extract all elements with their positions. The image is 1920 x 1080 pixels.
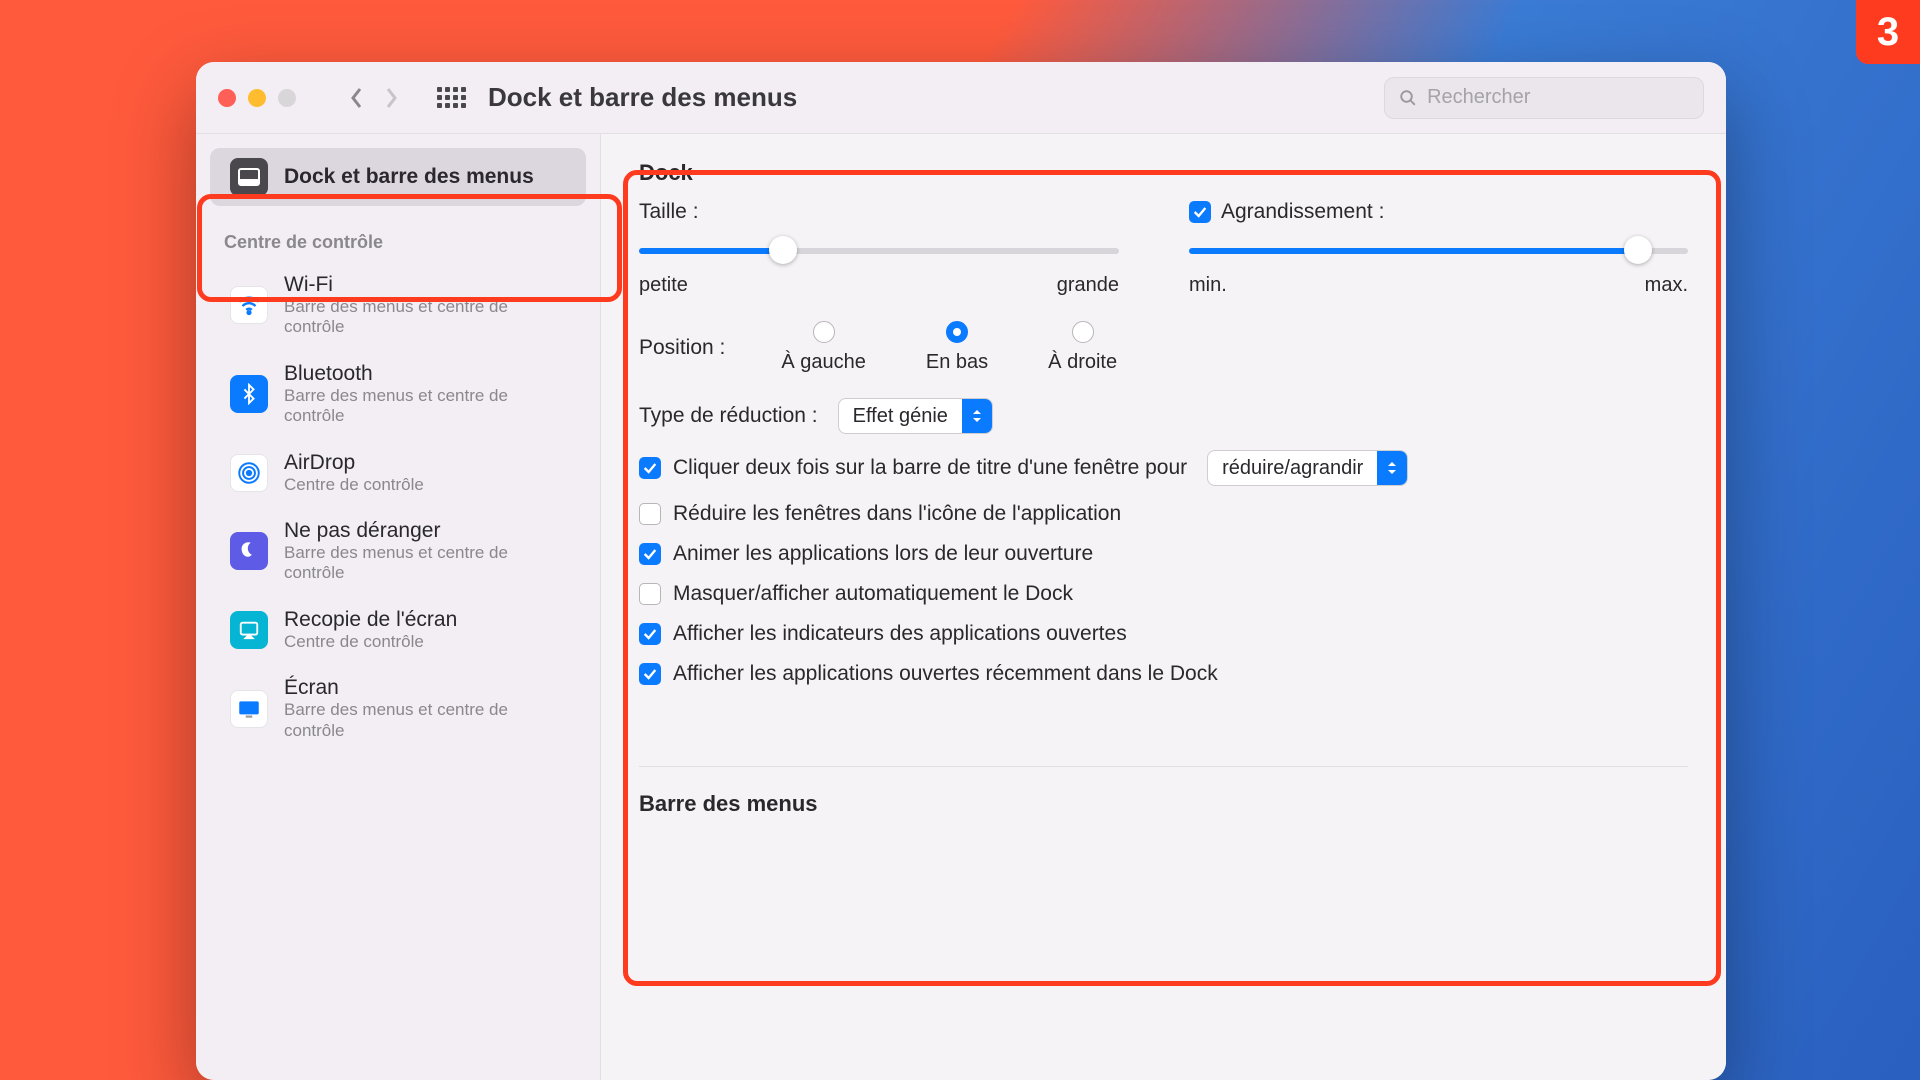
display-icon xyxy=(230,690,268,728)
size-max-label: grande xyxy=(1057,274,1119,297)
sidebar-item-screen-mirror[interactable]: Recopie de l'écranCentre de contrôle xyxy=(210,598,586,662)
close-button[interactable] xyxy=(218,89,236,107)
screen-mirror-icon xyxy=(230,611,268,649)
sidebar-item-sub: Barre des menus et centre de contrôle xyxy=(284,297,568,338)
search-input[interactable] xyxy=(1427,86,1689,109)
magnification-label: Agrandissement : xyxy=(1221,200,1384,224)
dock-icon xyxy=(230,158,268,196)
moon-icon xyxy=(230,532,268,570)
window-title: Dock et barre des menus xyxy=(488,82,797,113)
sidebar-item-label: Bluetooth xyxy=(284,362,568,386)
zoom-button xyxy=(278,89,296,107)
chevron-updown-icon xyxy=(962,399,992,433)
sidebar-item-label: AirDrop xyxy=(284,451,424,475)
sidebar-item-display[interactable]: ÉcranBarre des menus et centre de contrô… xyxy=(210,666,586,751)
sidebar-item-dnd[interactable]: Ne pas dérangerBarre des menus et centre… xyxy=(210,509,586,594)
doubleclick-select[interactable]: réduire/agrandir xyxy=(1207,450,1408,486)
sidebar-item-sub: Barre des menus et centre de contrôle xyxy=(284,386,568,427)
minimize-into-icon-label: Réduire les fenêtres dans l'icône de l'a… xyxy=(673,502,1121,526)
sidebar-item-airdrop[interactable]: AirDropCentre de contrôle xyxy=(210,441,586,505)
sidebar-item-label: Écran xyxy=(284,676,568,700)
magnification-checkbox[interactable] xyxy=(1189,201,1211,223)
position-option-label: À gauche xyxy=(781,351,866,374)
toolbar: Dock et barre des menus xyxy=(196,62,1726,134)
position-option-label: À droite xyxy=(1048,351,1117,374)
sidebar-item-wifi[interactable]: Wi-FiBarre des menus et centre de contrô… xyxy=(210,263,586,348)
indicators-label: Afficher les indicateurs des application… xyxy=(673,622,1127,646)
magnification-slider[interactable] xyxy=(1189,236,1688,264)
size-label: Taille : xyxy=(639,200,1119,224)
position-label: Position : xyxy=(639,336,725,360)
size-slider[interactable] xyxy=(639,236,1119,264)
section-heading-dock: Dock xyxy=(639,160,1688,186)
back-button[interactable] xyxy=(340,81,374,115)
sidebar-section-title: Centre de contrôle xyxy=(196,210,600,259)
step-badge: 3 xyxy=(1856,0,1920,64)
sidebar-item-label: Wi-Fi xyxy=(284,273,568,297)
search-field[interactable] xyxy=(1384,77,1704,119)
position-option-label: En bas xyxy=(926,351,988,374)
animate-label: Animer les applications lors de leur ouv… xyxy=(673,542,1093,566)
minimize-select-value: Effet génie xyxy=(839,405,962,428)
position-radio-right[interactable] xyxy=(1072,321,1094,343)
doubleclick-checkbox[interactable] xyxy=(639,457,661,479)
autohide-label: Masquer/afficher automatiquement le Dock xyxy=(673,582,1073,606)
sidebar-item-sub: Centre de contrôle xyxy=(284,632,457,652)
content-pane: Dock Taille : petite grande xyxy=(601,134,1726,1080)
chevron-updown-icon xyxy=(1377,451,1407,485)
forward-button xyxy=(374,81,408,115)
size-min-label: petite xyxy=(639,274,688,297)
section-heading-menubar: Barre des menus xyxy=(639,766,1688,817)
wifi-icon xyxy=(230,286,268,324)
animate-checkbox[interactable] xyxy=(639,543,661,565)
position-radio-left[interactable] xyxy=(813,321,835,343)
sidebar-item-label: Recopie de l'écran xyxy=(284,608,457,632)
indicators-checkbox[interactable] xyxy=(639,623,661,645)
prefs-window: Dock et barre des menus Dock et barre de… xyxy=(196,62,1726,1080)
sidebar-item-sub: Barre des menus et centre de contrôle xyxy=(284,543,568,584)
minimize-select[interactable]: Effet génie xyxy=(838,398,993,434)
autohide-checkbox[interactable] xyxy=(639,583,661,605)
sidebar-item-sub: Centre de contrôle xyxy=(284,475,424,495)
magnification-max-label: max. xyxy=(1645,274,1688,297)
doubleclick-select-value: réduire/agrandir xyxy=(1208,457,1377,480)
recent-label: Afficher les applications ouvertes récem… xyxy=(673,662,1218,686)
show-all-button[interactable] xyxy=(434,81,468,115)
sidebar-item-label: Dock et barre des menus xyxy=(284,165,534,189)
minimize-button[interactable] xyxy=(248,89,266,107)
minimize-label: Type de réduction : xyxy=(639,404,818,428)
airdrop-icon xyxy=(230,454,268,492)
sidebar: Dock et barre des menus Centre de contrô… xyxy=(196,134,601,1080)
doubleclick-label: Cliquer deux fois sur la barre de titre … xyxy=(673,456,1187,480)
bluetooth-icon xyxy=(230,375,268,413)
sidebar-item-sub: Barre des menus et centre de contrôle xyxy=(284,700,568,741)
recent-checkbox[interactable] xyxy=(639,663,661,685)
sidebar-item-bluetooth[interactable]: BluetoothBarre des menus et centre de co… xyxy=(210,352,586,437)
minimize-into-icon-checkbox[interactable] xyxy=(639,503,661,525)
magnification-min-label: min. xyxy=(1189,274,1227,297)
sidebar-item-label: Ne pas déranger xyxy=(284,519,568,543)
window-controls xyxy=(218,89,296,107)
position-radio-bottom[interactable] xyxy=(946,321,968,343)
sidebar-item-dock[interactable]: Dock et barre des menus xyxy=(210,148,586,206)
